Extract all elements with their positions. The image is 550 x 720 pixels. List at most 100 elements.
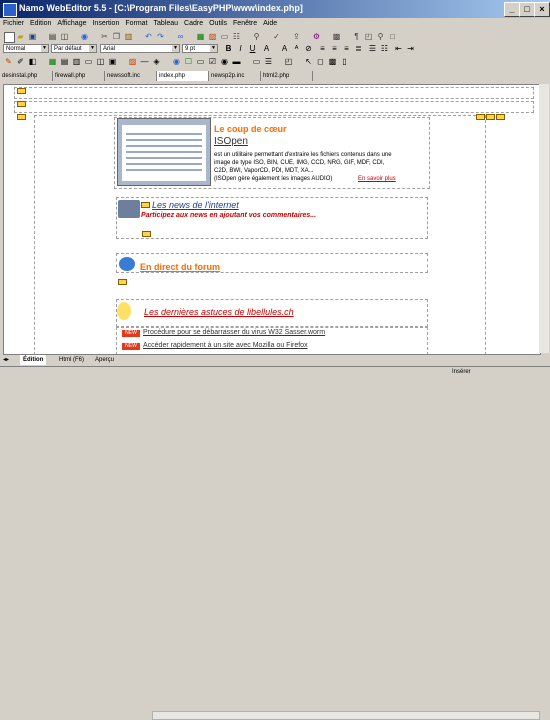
pointer-icon[interactable]: ↖ xyxy=(304,57,313,66)
indent-icon[interactable]: ⇥ xyxy=(406,44,415,53)
astuce-link-2[interactable]: Accéder rapidement à un site avec Mozill… xyxy=(143,342,308,349)
tab-firewall[interactable]: firewall.php xyxy=(53,71,105,81)
tab-html2[interactable]: html2.php xyxy=(261,71,313,81)
merge-cells-icon[interactable]: ▭ xyxy=(84,57,93,66)
insert-hline-icon[interactable]: — xyxy=(140,57,149,66)
text-field-icon[interactable]: ▬ xyxy=(232,57,241,66)
script-icon[interactable]: ⚙ xyxy=(312,32,321,41)
tab-desinstal[interactable]: desinstal.php xyxy=(0,71,53,81)
isopen-title[interactable]: ISOpen xyxy=(214,137,248,147)
menu-cadre[interactable]: Cadre xyxy=(181,18,206,30)
copy-icon[interactable]: ❐ xyxy=(112,32,121,41)
tab-nav-arrows[interactable]: ◂▸ xyxy=(0,355,20,365)
insert-table-icon[interactable]: ▦ xyxy=(48,57,57,66)
grid-icon[interactable]: ▩ xyxy=(332,32,341,41)
cut-icon[interactable]: ✂ xyxy=(100,32,109,41)
bold-icon[interactable]: B xyxy=(224,44,233,53)
zoom-icon[interactable]: ⚲ xyxy=(376,32,385,41)
paragraph-style-select[interactable]: Normal ▼ xyxy=(3,44,49,53)
list-field-icon[interactable]: ☰ xyxy=(264,57,273,66)
paste-icon[interactable]: ▥ xyxy=(124,32,133,41)
pen-icon[interactable]: ✎ xyxy=(4,57,13,66)
tab-edition[interactable]: Édition xyxy=(20,355,47,365)
menu-fichier[interactable]: Fichier xyxy=(0,18,27,30)
link-icon[interactable]: ∞ xyxy=(176,32,185,41)
tab-apercu[interactable]: Aperçu xyxy=(92,355,117,365)
publish-icon[interactable]: ⇪ xyxy=(292,32,301,41)
find-icon[interactable]: ⚲ xyxy=(252,32,261,41)
menu-format[interactable]: Format xyxy=(122,18,150,30)
split-cells-icon[interactable]: ◫ xyxy=(96,57,105,66)
insert-column-icon[interactable]: ▥ xyxy=(72,57,81,66)
radio-field-icon[interactable]: ◉ xyxy=(220,57,229,66)
new-file-icon[interactable] xyxy=(4,32,15,43)
paragraph-marks-icon[interactable]: ¶ xyxy=(352,32,361,41)
redo-icon[interactable]: ↷ xyxy=(156,32,165,41)
layer-icon[interactable]: ◰ xyxy=(284,57,293,66)
close-button[interactable]: × xyxy=(534,2,550,17)
menu-affichage[interactable]: Affichage xyxy=(54,18,89,30)
font-select[interactable]: Arial ▼ xyxy=(100,44,180,53)
minimize-button[interactable]: _ xyxy=(504,2,520,17)
open-folder-icon[interactable]: ▰ xyxy=(16,32,25,41)
insert-object-icon[interactable]: ◈ xyxy=(152,57,161,66)
tab-index[interactable]: index.php xyxy=(157,71,209,81)
button-field-icon[interactable]: ▭ xyxy=(196,57,205,66)
table-icon[interactable]: ▦ xyxy=(196,32,205,41)
clear-format-icon[interactable]: ⊘ xyxy=(304,44,313,53)
text-area-icon[interactable]: ▭ xyxy=(252,57,261,66)
horizontal-scrollbar[interactable] xyxy=(152,711,540,720)
align-left-icon[interactable]: ≡ xyxy=(318,44,327,53)
insert-row-icon[interactable]: ▤ xyxy=(60,57,69,66)
box-icon[interactable]: □ xyxy=(388,32,397,41)
menu-outils[interactable]: Outils xyxy=(206,18,230,30)
eraser-icon[interactable]: ◧ xyxy=(28,57,37,66)
select-icon[interactable]: ◻ xyxy=(316,57,325,66)
tab-html[interactable]: Html (F6) xyxy=(56,355,87,365)
tab-newsp2p[interactable]: newsp2p.inc xyxy=(209,71,261,81)
forum-link[interactable]: En direct du forum xyxy=(140,262,220,272)
justify-icon[interactable]: ≣ xyxy=(354,44,363,53)
vertical-scrollbar[interactable] xyxy=(539,84,549,353)
menu-fenetre[interactable]: Fenêtre xyxy=(230,18,260,30)
news-title[interactable]: Les news de l'internet xyxy=(152,200,239,210)
browser-preview-icon[interactable]: ◉ xyxy=(80,32,89,41)
insert-image-icon[interactable]: ▨ xyxy=(128,57,137,66)
align-right-icon[interactable]: ≡ xyxy=(342,44,351,53)
font-grow-icon[interactable]: A xyxy=(280,44,289,53)
layers-icon[interactable]: ◰ xyxy=(364,32,373,41)
form-field-icon[interactable]: ☐ xyxy=(184,57,193,66)
tab-newssoft[interactable]: newssoft.inc xyxy=(105,71,157,81)
save-icon[interactable]: ▣ xyxy=(28,32,37,41)
menu-aide[interactable]: Aide xyxy=(260,18,280,30)
image-icon[interactable]: ▨ xyxy=(208,32,217,41)
pencil-icon[interactable]: ✐ xyxy=(16,57,25,66)
globe-icon[interactable]: ◉ xyxy=(172,57,181,66)
outdent-icon[interactable]: ⇤ xyxy=(394,44,403,53)
italic-icon[interactable]: I xyxy=(236,44,245,53)
print-icon[interactable]: ▤ xyxy=(48,32,57,41)
cell-props-icon[interactable]: ▣ xyxy=(108,57,117,66)
numbered-list-icon[interactable]: ☷ xyxy=(380,44,389,53)
frame-icon[interactable]: ▭ xyxy=(220,32,229,41)
font-shrink-icon[interactable]: ᴬ xyxy=(292,44,301,53)
size-style-select[interactable]: Par défaut ▼ xyxy=(51,44,97,53)
align-center-icon[interactable]: ≡ xyxy=(330,44,339,53)
en-savoir-plus-link[interactable]: En savoir plus xyxy=(358,175,396,183)
menu-edition[interactable]: Edition xyxy=(27,18,54,30)
menu-tableau[interactable]: Tableau xyxy=(151,18,182,30)
text-color-icon[interactable]: A xyxy=(262,44,271,53)
print-preview-icon[interactable]: ◫ xyxy=(60,32,69,41)
bullet-list-icon[interactable]: ☰ xyxy=(368,44,377,53)
form-icon[interactable]: ☷ xyxy=(232,32,241,41)
spell-check-icon[interactable]: ✓ xyxy=(272,32,281,41)
grid-toggle-icon[interactable]: ▩ xyxy=(328,57,337,66)
astuces-title[interactable]: Les dernières astuces de libellules.ch xyxy=(144,307,294,317)
ruler-icon[interactable]: ▯ xyxy=(340,57,349,66)
menu-insertion[interactable]: Insertion xyxy=(89,18,122,30)
checkbox-field-icon[interactable]: ☑ xyxy=(208,57,217,66)
underline-icon[interactable]: U xyxy=(248,44,257,53)
maximize-button[interactable]: □ xyxy=(519,2,535,17)
astuce-link-1[interactable]: Procédure pour se débarrasser du virus W… xyxy=(143,329,325,336)
undo-icon[interactable]: ↶ xyxy=(144,32,153,41)
